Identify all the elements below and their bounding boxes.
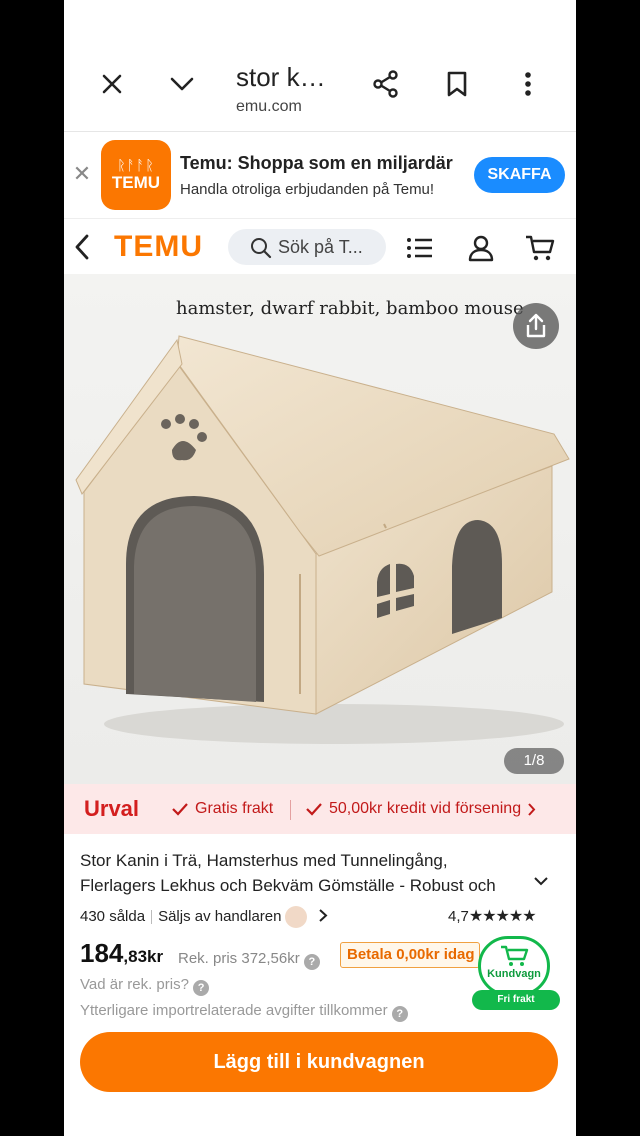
- product-title[interactable]: Stor Kanin i Trä, Hamsterhus med Tunneli…: [80, 848, 548, 898]
- cart-icon: [501, 945, 529, 966]
- rek-label: Rek. pris: [178, 950, 238, 967]
- search-input[interactable]: Sök på T...: [228, 229, 386, 265]
- app-install-banner: ✕ ᚱᚨᚨᚱ TEMU Temu: Shoppa som en miljardä…: [64, 133, 576, 219]
- product-rating[interactable]: 4,7★★★★★: [448, 906, 537, 926]
- chevron-right-icon: [528, 803, 536, 816]
- product-title-line1: Stor Kanin i Trä, Hamsterhus med Tunneli…: [80, 851, 448, 870]
- add-to-cart-button[interactable]: Lägg till i kundvagnen: [80, 1032, 558, 1092]
- wooden-house-image: [75, 335, 570, 744]
- divider: [151, 910, 153, 924]
- phone-screen: stor k… emu.com ✕ ᚱᚨᚨᚱ TEMU Temu: Shoppa…: [64, 0, 576, 1136]
- logo-text: TEMU: [111, 173, 161, 192]
- more-vertical-icon[interactable]: [508, 64, 548, 104]
- info-icon[interactable]: ?: [391, 1006, 408, 1022]
- floating-cart-button[interactable]: Kundvagn Fri frakt: [472, 936, 560, 1012]
- back-arrow-icon[interactable]: [72, 232, 96, 262]
- account-icon[interactable]: [465, 232, 497, 264]
- close-icon[interactable]: [92, 64, 132, 104]
- cart-icon[interactable]: [524, 232, 556, 264]
- expand-chevron-icon[interactable]: [534, 876, 548, 886]
- image-caption: hamster, dwarf rabbit, bamboo mouse: [176, 298, 524, 319]
- sold-count: 430 sålda: [80, 907, 146, 925]
- rating-value: 4,7: [448, 908, 469, 925]
- seller-avatar: [285, 906, 308, 928]
- image-share-button[interactable]: [513, 303, 559, 349]
- bookmark-icon[interactable]: [437, 64, 477, 104]
- chevron-down-icon[interactable]: [162, 64, 202, 104]
- free-shipping-text: Gratis frakt: [195, 800, 274, 817]
- get-app-button[interactable]: SKAFFA: [474, 157, 565, 193]
- info-icon[interactable]: ?: [303, 954, 320, 970]
- share-icon[interactable]: [366, 64, 406, 104]
- divider: [290, 800, 291, 820]
- category-list-icon[interactable]: [404, 232, 436, 264]
- urval-strip[interactable]: Urval Gratis frakt 50,00kr kredit vid fö…: [64, 784, 576, 834]
- product-image-carousel[interactable]: hamster, dwarf rabbit, bamboo mouse 1/8: [64, 274, 576, 784]
- recommended-price: Rek. pris 372,56kr ?: [178, 950, 320, 970]
- app-name: Temu: Shoppa som en miljardär: [180, 153, 453, 173]
- seller-link[interactable]: Säljs av handlaren: [158, 908, 281, 925]
- site-header: TEMU Sök på T...: [64, 220, 576, 274]
- check-icon: [306, 803, 322, 816]
- delay-credit-text: 50,00kr kredit vid försening: [329, 800, 522, 817]
- product-title-line2: Flerlagers Lekhus och Bekväm Gömställe -…: [80, 876, 496, 895]
- banner-close-icon[interactable]: ✕: [72, 161, 92, 189]
- pay-later-badge[interactable]: Betala 0,00kr idag: [340, 942, 480, 968]
- chevron-right-icon[interactable]: [318, 909, 328, 922]
- price-main: 184: [80, 938, 124, 968]
- import-fees-text: Ytterligare importrelaterade avgifter ti…: [80, 1002, 388, 1019]
- urval-title: Urval: [84, 796, 140, 821]
- temu-app-logo: ᚱᚨᚨᚱ TEMU: [101, 140, 171, 210]
- what-rek-text: Vad är rek. pris?: [80, 976, 189, 993]
- app-subtitle: Handla otroliga erbjudanden på Temu!: [180, 181, 435, 198]
- check-icon: [172, 803, 188, 816]
- upload-share-icon: [526, 313, 546, 338]
- search-placeholder: Sök på T...: [278, 237, 363, 257]
- product-meta: 430 sålda Säljs av handlaren: [80, 906, 328, 928]
- cart-label: Kundvagn: [487, 968, 541, 980]
- browser-toolbar: stor k… emu.com: [64, 40, 576, 132]
- logo-glyphs: ᚱᚨᚨᚱ: [117, 157, 155, 173]
- price-cents: ,83kr: [123, 947, 164, 966]
- free-shipping-pill: Fri frakt: [472, 990, 560, 1010]
- image-counter: 1/8: [504, 748, 564, 774]
- what-is-rek-price[interactable]: Vad är rek. pris? ?: [80, 976, 210, 996]
- brand-logo[interactable]: TEMU: [114, 230, 203, 264]
- import-fees-note: Ytterligare importrelaterade avgifter ti…: [80, 1002, 408, 1022]
- page-domain: emu.com: [236, 98, 302, 115]
- search-icon: [250, 237, 272, 264]
- rek-value: 372,56kr: [241, 950, 300, 967]
- info-icon: ?: [193, 980, 210, 996]
- price: 184,83kr: [80, 938, 163, 969]
- star-rating-icon: ★★★★★: [468, 908, 537, 925]
- tab-title: stor k…: [236, 62, 326, 92]
